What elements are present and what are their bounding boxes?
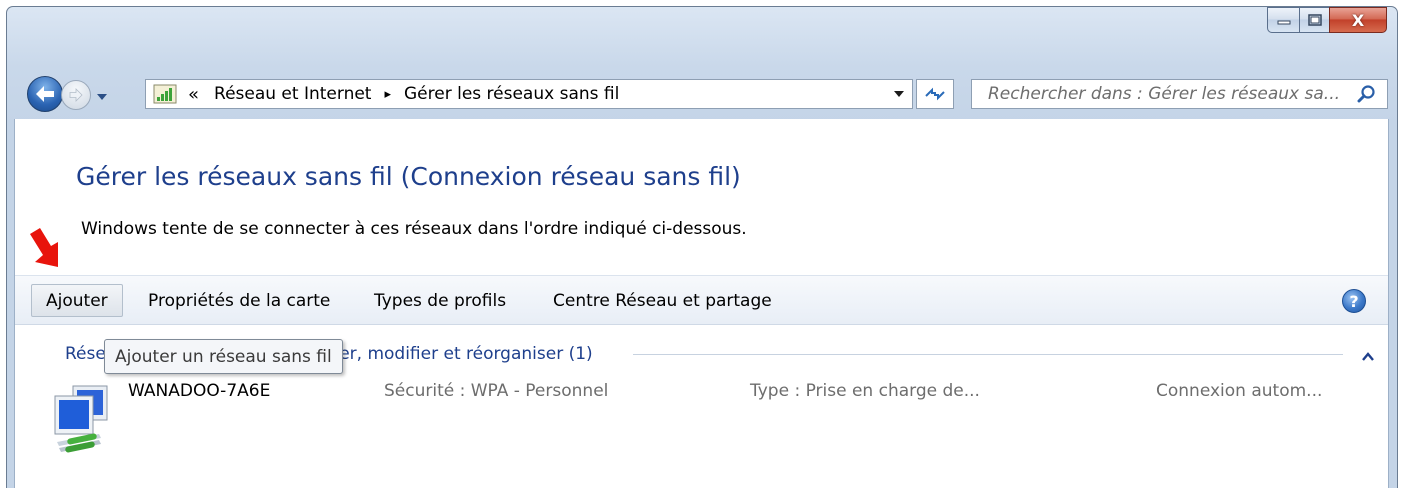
forward-button[interactable] bbox=[61, 80, 91, 110]
chevron-down-icon bbox=[894, 91, 904, 97]
minimize-button[interactable] bbox=[1267, 7, 1299, 33]
minimize-icon bbox=[1277, 20, 1290, 25]
network-signal-icon bbox=[153, 84, 177, 104]
refresh-button[interactable] bbox=[916, 79, 954, 109]
chevron-down-icon bbox=[97, 94, 107, 100]
recent-pages-dropdown[interactable] bbox=[96, 87, 108, 106]
help-icon: ? bbox=[1349, 291, 1359, 311]
breadcrumb-overflow[interactable]: « bbox=[188, 84, 199, 105]
back-button[interactable] bbox=[27, 76, 63, 112]
page-title: Gérer les réseaux sans fil (Connexion ré… bbox=[76, 162, 741, 191]
adapter-properties-button[interactable]: Propriétés de la carte bbox=[134, 284, 344, 317]
network-connection-mode: Connexion autom... bbox=[1156, 381, 1323, 401]
network-name[interactable]: WANADOO-7A6E bbox=[128, 381, 270, 401]
help-button[interactable]: ? bbox=[1342, 289, 1366, 313]
refresh-icon bbox=[925, 87, 945, 101]
maximize-icon bbox=[1307, 14, 1322, 26]
close-icon: X bbox=[1351, 10, 1365, 30]
command-bar: Ajouter Propriétés de la carte Types de … bbox=[15, 275, 1388, 325]
breadcrumb-item-reseau-internet[interactable]: Réseau et Internet bbox=[214, 84, 371, 104]
arrow-left-icon bbox=[36, 86, 54, 102]
wireless-network-icon bbox=[49, 382, 119, 461]
group-collapse-button[interactable] bbox=[1362, 346, 1374, 365]
network-type: Type : Prise en charge de... bbox=[750, 381, 980, 401]
address-dropdown-button[interactable] bbox=[886, 80, 912, 108]
breadcrumb-item-gerer-reseaux[interactable]: Gérer les réseaux sans fil bbox=[404, 84, 619, 104]
add-button[interactable]: Ajouter bbox=[31, 284, 123, 317]
page-description: Windows tente de se connecter à ces rése… bbox=[81, 219, 747, 239]
breadcrumb-separator[interactable]: ▸ bbox=[384, 87, 391, 102]
network-security: Sécurité : WPA - Personnel bbox=[384, 381, 609, 401]
add-network-tooltip: Ajouter un réseau sans fil bbox=[104, 339, 343, 374]
red-arrow-icon bbox=[30, 228, 58, 267]
search-input[interactable]: Rechercher dans : Gérer les réseaux sa..… bbox=[972, 84, 1357, 104]
address-bar[interactable]: « Réseau et Internet ▸ Gérer les réseaux… bbox=[145, 79, 913, 109]
close-button[interactable]: X bbox=[1329, 7, 1387, 33]
group-divider bbox=[633, 354, 1343, 355]
content-pane: Gérer les réseaux sans fil (Connexion ré… bbox=[14, 119, 1389, 488]
caption-buttons: X bbox=[1267, 7, 1387, 33]
maximize-button[interactable] bbox=[1299, 7, 1329, 33]
search-icon[interactable] bbox=[1357, 84, 1377, 104]
network-sharing-center-button[interactable]: Centre Réseau et partage bbox=[539, 284, 786, 317]
navigation-bar: « Réseau et Internet ▸ Gérer les réseaux… bbox=[7, 73, 1397, 117]
arrow-right-icon bbox=[69, 88, 83, 102]
profile-types-button[interactable]: Types de profils bbox=[360, 284, 520, 317]
search-box[interactable]: Rechercher dans : Gérer les réseaux sa..… bbox=[971, 79, 1388, 109]
chevron-up-icon bbox=[1362, 352, 1374, 361]
